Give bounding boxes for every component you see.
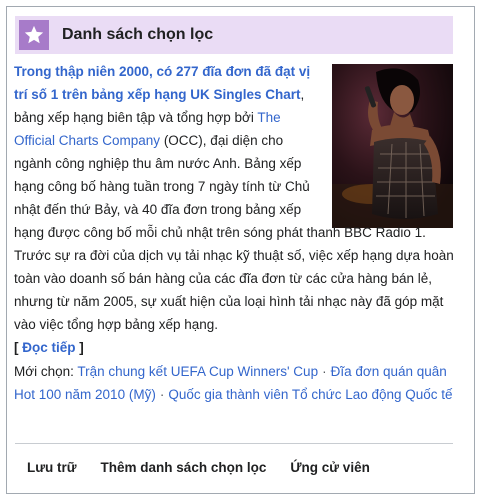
footer-divider xyxy=(15,443,453,444)
section-header: Danh sách chọn lọc xyxy=(15,16,453,54)
recent-separator: · xyxy=(159,387,165,402)
section-title: Danh sách chọn lọc xyxy=(62,26,214,43)
add-featured-list-button[interactable]: Thêm danh sách chọn lọc xyxy=(89,460,279,475)
recent-separator: · xyxy=(322,364,327,379)
recently-featured: Mới chọn: Trận chung kết UEFA Cup Winner… xyxy=(14,360,456,406)
featured-lead-link[interactable]: Trong thập niên 2000, có 277 đĩa đơn đã … xyxy=(14,64,310,102)
recent-item-ilo[interactable]: Quốc gia thành viên Tổ chức Lao động Quố… xyxy=(168,387,452,402)
recent-item-uefa[interactable]: Trận chung kết UEFA Cup Winners' Cup xyxy=(77,364,318,379)
star-icon xyxy=(19,20,49,50)
read-more: [ Đọc tiếp ] xyxy=(14,340,84,355)
candidates-button[interactable]: Ứng cử viên xyxy=(278,460,382,475)
recent-label: Mới chọn: xyxy=(14,364,74,379)
archive-button[interactable]: Lưu trữ xyxy=(15,460,89,475)
footer-links: Lưu trữ Thêm danh sách chọn lọc Ứng cử v… xyxy=(15,452,453,482)
featured-text: Trong thập niên 2000, có 277 đĩa đơn đã … xyxy=(14,60,456,359)
read-more-link[interactable]: Đọc tiếp xyxy=(22,340,75,355)
